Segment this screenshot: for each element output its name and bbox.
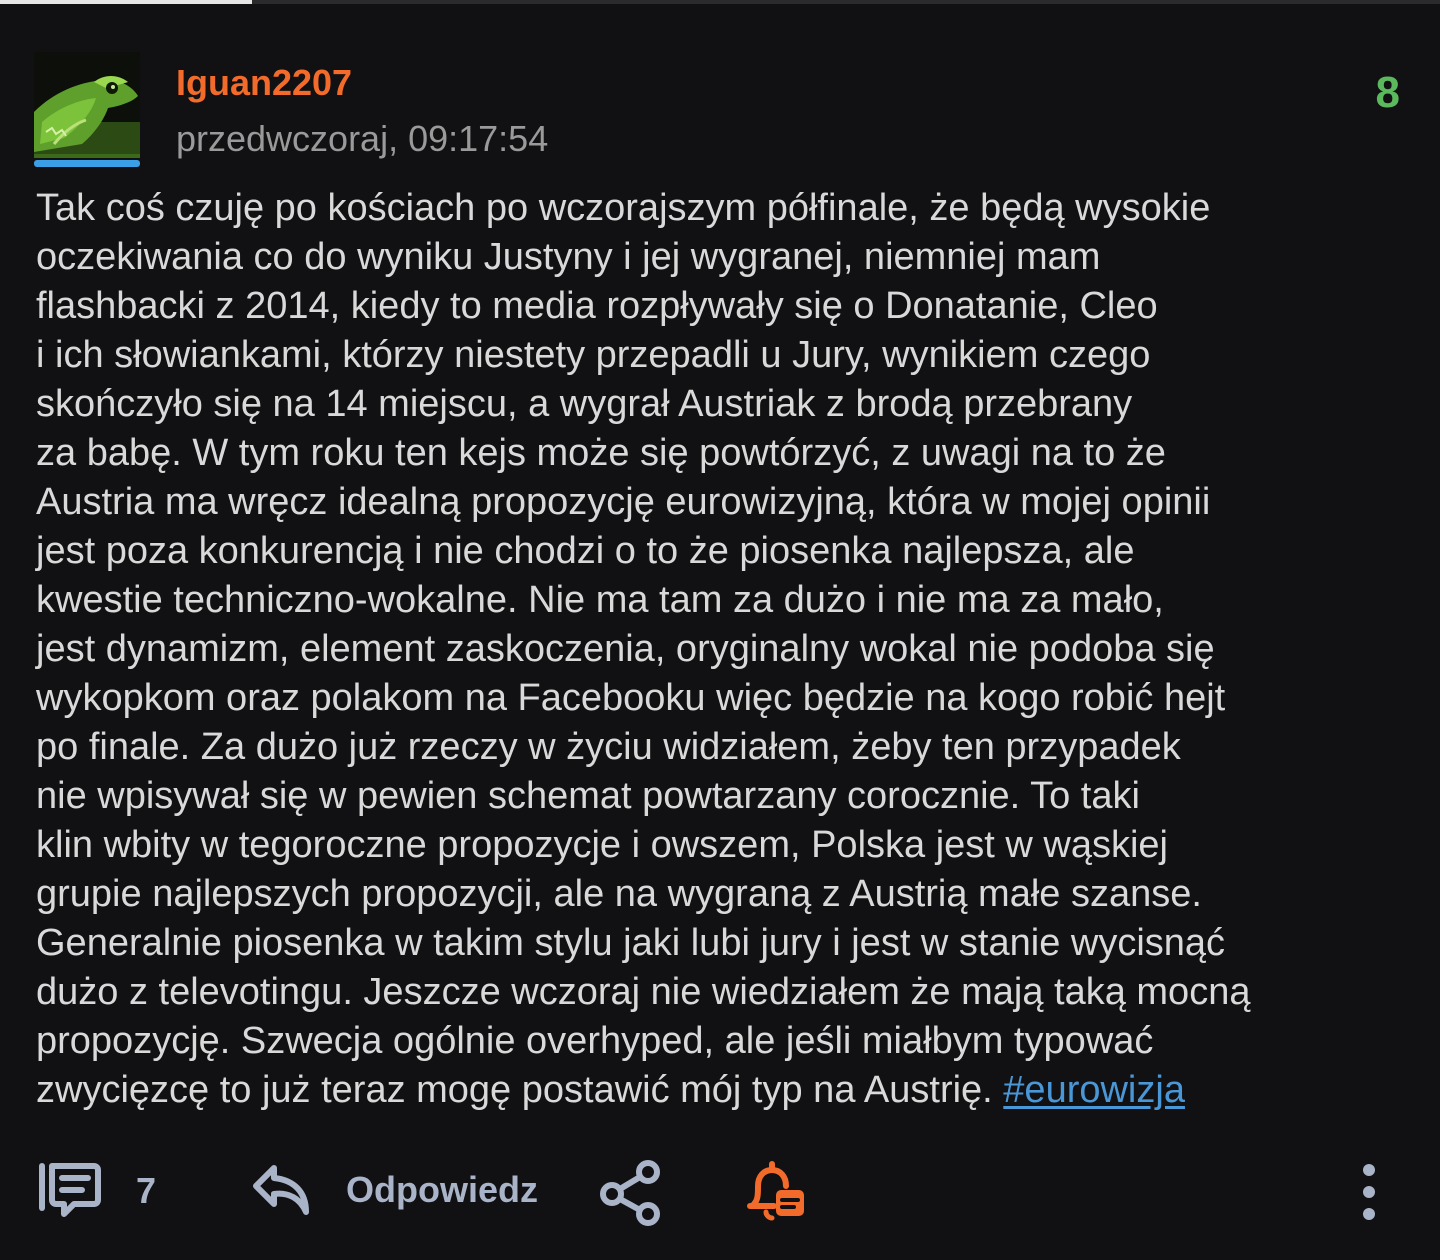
reply-button[interactable]: Odpowiedz (252, 1162, 538, 1218)
comments-icon (36, 1162, 102, 1220)
comments-button[interactable]: 7 (36, 1162, 156, 1220)
entry-timestamp[interactable]: przedwczoraj, 09:17:54 (176, 116, 548, 162)
share-button[interactable] (600, 1160, 662, 1226)
hashtag-link[interactable]: #eurowizja (1003, 1069, 1185, 1111)
entry-body-line: Tak coś czuję po kościach po wczorajszym… (36, 187, 1211, 229)
notification-bell-icon (744, 1160, 808, 1224)
entry-body-line: dużo z televotingu. Jeszcze wczoraj nie … (36, 971, 1251, 1013)
entry-body: Tak coś czuję po kościach po wczorajszym… (36, 184, 1416, 1115)
vote-count[interactable]: 8 (1376, 68, 1400, 118)
more-vertical-icon (1352, 1162, 1386, 1222)
entry-body-line: jest poza konkurencją i nie chodzi o to … (36, 530, 1135, 572)
entry-body-line: jest dynamizm, element zaskoczenia, oryg… (36, 628, 1215, 670)
author-username[interactable]: Iguan2207 (176, 60, 352, 106)
more-options-button[interactable] (1352, 1162, 1386, 1222)
iguana-avatar-image (34, 52, 140, 158)
entry-body-line: po finale. Za dużo już rzeczy w życiu wi… (36, 726, 1181, 768)
entry-actions-bar: 7 Odpowiedz (0, 1150, 1440, 1236)
entry-body-text: zwycięzcę to już teraz mogę postawić mój… (36, 1069, 1004, 1111)
entry-body-line: za babę. W tym roku ten kejs może się po… (36, 432, 1166, 474)
entry-body-line: Generalnie piosenka w takim stylu jaki l… (36, 922, 1226, 964)
entry-body-line: flashbacki z 2014, kiedy to media rozpły… (36, 285, 1158, 327)
notify-button[interactable] (744, 1160, 808, 1224)
entry-body-line: nie wpisywał się w pewien schemat powtar… (36, 775, 1140, 817)
entry-body-last-line: zwycięzcę to już teraz mogę postawić mój… (36, 1066, 1416, 1115)
entry-body-line: skończyło się na 14 miejscu, a wygrał Au… (36, 383, 1133, 425)
avatar-status-bar (34, 160, 140, 167)
entry-body-line: i ich słowiankami, którzy niestety przep… (36, 334, 1151, 376)
entry-body-line: oczekiwania co do wyniku Justyny i jej w… (36, 236, 1101, 278)
reply-label: Odpowiedz (346, 1169, 538, 1210)
share-icon (600, 1160, 662, 1226)
comments-count: 7 (136, 1170, 157, 1211)
entry-body-line: grupie najlepszych propozycji, ale na wy… (36, 873, 1202, 915)
reply-icon (252, 1162, 312, 1218)
entry-body-line: wykopkom oraz polakom na Facebooku więc … (36, 677, 1226, 719)
entry-body-line: Austria ma wręcz idealną propozycję euro… (36, 481, 1211, 523)
entry-body-line: klin wbity w tegoroczne propozycje i ows… (36, 824, 1168, 866)
entry-body-line: propozycję. Szwecja ogólnie overhyped, a… (36, 1020, 1154, 1062)
entry-body-line: kwestie techniczno-wokalne. Nie ma tam z… (36, 579, 1164, 621)
avatar[interactable] (34, 52, 140, 158)
entry-card: Iguan2207 przedwczoraj, 09:17:54 8 Tak c… (0, 0, 1440, 1260)
